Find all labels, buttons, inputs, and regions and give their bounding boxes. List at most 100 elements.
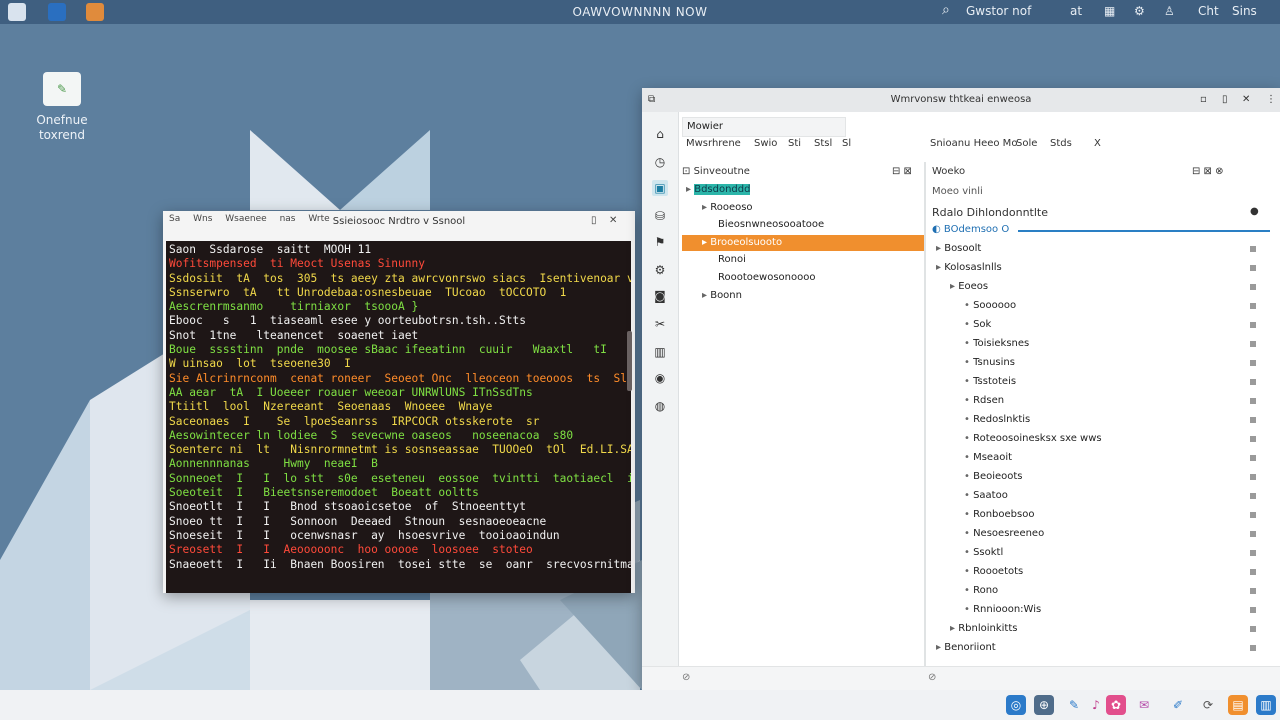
expand-icon[interactable]: ▸ — [932, 262, 944, 273]
toolbar-item[interactable]: Sl — [842, 138, 851, 149]
expand-icon[interactable]: • — [932, 566, 973, 577]
row-action-icon[interactable] — [1250, 607, 1256, 613]
globe-tray-icon[interactable]: ⊕ — [1034, 695, 1054, 715]
file-manager-window[interactable]: ⧉ Wmrvonsw thtkeai enweosa ▫ ▯ ✕ ⋮ ⌂ ◷ ▣… — [642, 88, 1280, 691]
expand-icon[interactable]: • — [932, 452, 973, 463]
expand-icon[interactable]: ▸ — [682, 290, 710, 301]
toolbar-item[interactable]: Sti — [788, 138, 801, 149]
files-app-icon[interactable] — [8, 3, 26, 21]
collapse-icon[interactable]: ⊡ — [682, 166, 694, 177]
row-action-icon[interactable] — [1250, 379, 1256, 385]
row-action-icon[interactable] — [1250, 626, 1256, 632]
expand-icon[interactable]: ▸ — [932, 623, 958, 634]
desktop-icon[interactable]: ✎ Onefnue toxrend — [22, 72, 102, 143]
panel-item-2[interactable]: Cht — [1198, 4, 1219, 18]
tree-item[interactable]: • Toisieksnes — [932, 336, 1256, 352]
expand-icon[interactable]: ▸ — [932, 281, 958, 292]
tree-item[interactable]: • Redoslnktis — [932, 412, 1256, 428]
row-action-icon[interactable] — [1250, 645, 1256, 651]
row-action-icon[interactable] — [1250, 322, 1256, 328]
minimize-icon[interactable]: ▫ — [1200, 94, 1207, 105]
expand-icon[interactable]: • — [932, 300, 973, 311]
tree-item[interactable]: • Sok — [932, 317, 1256, 333]
terminal-output[interactable]: Saon Ssdarose saitt MOOH 11 Wofitsmpensed… — [166, 241, 631, 593]
expand-icon[interactable]: • — [932, 585, 973, 596]
terminal-window[interactable]: Sa Wns Wsaenee nas Wrte Ssieiosooc Nrdtr… — [163, 211, 635, 593]
recent-icon[interactable]: ◷ — [652, 154, 668, 170]
user-icon[interactable]: ♙ — [1164, 4, 1175, 18]
row-action-icon[interactable] — [1250, 284, 1256, 290]
notes-tray-icon[interactable]: ▤ — [1228, 695, 1248, 715]
row-action-icon[interactable] — [1250, 341, 1256, 347]
tree-item[interactable]: ▸ Bosoolt — [932, 241, 1256, 257]
settings-icon[interactable]: ⚙ — [652, 262, 668, 278]
tree-item[interactable]: • Nesoesreeneo — [932, 526, 1256, 542]
row-action-icon[interactable] — [1250, 398, 1256, 404]
row-action-icon[interactable] — [1250, 303, 1256, 309]
expand-icon[interactable] — [682, 254, 718, 265]
toolbar-item[interactable]: Stds — [1050, 138, 1072, 149]
tree-item[interactable]: • Rdsen — [932, 393, 1256, 409]
trash-icon[interactable]: ◍ — [652, 398, 668, 414]
tree-item[interactable]: • Mseaoit — [932, 450, 1256, 466]
row-action-icon[interactable] — [1250, 493, 1256, 499]
file-manager-titlebar[interactable]: ⧉ Wmrvonsw thtkeai enweosa ▫ ▯ ✕ ⋮ — [642, 88, 1280, 112]
tree-item[interactable]: Ronoi — [682, 252, 924, 268]
browser-app-icon[interactable] — [48, 3, 66, 21]
tree-item[interactable]: ▸ Rbnloinkitts — [932, 621, 1256, 637]
more-icon[interactable]: ⋮ — [1266, 94, 1276, 105]
left-pane-controls[interactable]: ⊟ ⊠ — [892, 166, 912, 177]
expand-icon[interactable]: • — [932, 357, 973, 368]
home-icon[interactable]: ⌂ — [652, 126, 668, 142]
tree-item[interactable]: ▸ Benoriiont — [932, 640, 1256, 656]
row-action-icon[interactable] — [1250, 436, 1256, 442]
row-action-icon[interactable] — [1250, 531, 1256, 537]
edit-tray-icon[interactable]: ✐ — [1168, 695, 1188, 715]
bookmark-icon[interactable]: ⚑ — [652, 234, 668, 250]
path-field[interactable]: Mowier — [682, 117, 846, 137]
calendar-tray-icon[interactable]: ▥ — [1256, 695, 1276, 715]
expand-icon[interactable] — [682, 219, 718, 230]
folder-icon[interactable]: ▣ — [652, 180, 668, 196]
expand-icon[interactable]: • — [932, 414, 973, 425]
expand-icon[interactable]: • — [932, 547, 973, 558]
info-icon[interactable]: ● — [1250, 206, 1259, 217]
row-action-icon[interactable] — [1250, 265, 1256, 271]
search-label[interactable]: Gwstor nof — [966, 4, 1031, 18]
toolbar-item[interactable]: Swio — [754, 138, 777, 149]
tree-item[interactable]: ▸ Bdsdonddd — [682, 182, 924, 198]
sound-tray-icon[interactable]: ♪ — [1086, 695, 1106, 715]
expand-icon[interactable]: ▸ — [932, 642, 944, 653]
expand-icon[interactable]: • — [932, 338, 973, 349]
minimize-icon[interactable]: ▯ — [591, 215, 597, 226]
tree-item[interactable]: Bieosnwneosooatooe — [682, 217, 924, 233]
update-tray-icon[interactable]: ⟳ — [1198, 695, 1218, 715]
expand-icon[interactable]: • — [932, 604, 973, 615]
panel-item-1[interactable]: at — [1070, 4, 1082, 18]
pen-tray-icon[interactable]: ✎ — [1064, 695, 1084, 715]
expand-icon[interactable]: • — [932, 319, 973, 330]
row-action-icon[interactable] — [1250, 246, 1256, 252]
toolbar-item[interactable]: Sole — [1016, 138, 1037, 149]
maximize-icon[interactable]: ▯ — [1222, 94, 1228, 105]
settings-icon[interactable]: ⚙ — [1134, 4, 1145, 18]
row-action-icon[interactable] — [1250, 455, 1256, 461]
row-action-icon[interactable] — [1250, 569, 1256, 575]
expand-icon[interactable]: ▸ — [682, 237, 710, 248]
panel-clock[interactable]: Sins — [1232, 4, 1257, 18]
tree-item[interactable]: • Tsstoteis — [932, 374, 1256, 390]
tree-item[interactable]: • Ssoktl — [932, 545, 1256, 561]
network-tray-icon[interactable]: ◎ — [1006, 695, 1026, 715]
tree-item[interactable]: • Roooetots — [932, 564, 1256, 580]
close-icon[interactable]: ✕ — [1242, 94, 1250, 105]
columns-icon[interactable]: ▥ — [652, 344, 668, 360]
tree-item[interactable]: ▸ Brooeolsuooto — [682, 234, 924, 251]
expand-icon[interactable]: • — [932, 395, 973, 406]
row-action-icon[interactable] — [1250, 474, 1256, 480]
chat-tray-icon[interactable]: ✉ — [1134, 695, 1154, 715]
tree-item[interactable]: ▸ Eoeos — [932, 279, 1256, 295]
tree-item[interactable]: ▸ Rooeoso — [682, 200, 924, 216]
toolbar-item[interactable]: Mwsrhrene — [686, 138, 741, 149]
camera-icon[interactable]: ◙ — [652, 288, 668, 304]
terminal-titlebar[interactable]: Sa Wns Wsaenee nas Wrte Ssieiosooc Nrdtr… — [163, 211, 635, 241]
